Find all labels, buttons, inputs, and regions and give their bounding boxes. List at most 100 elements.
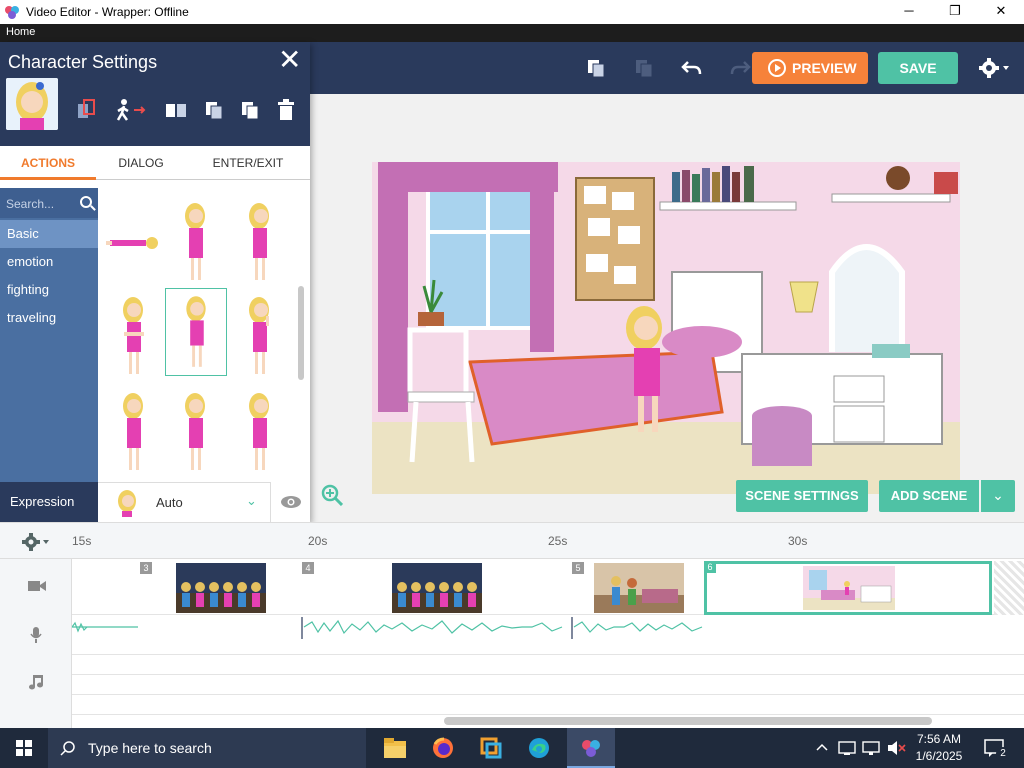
paste-character-icon[interactable]	[238, 98, 262, 122]
expression-select[interactable]: Auto ⌄	[98, 482, 270, 522]
timeline-scrollbar[interactable]	[444, 717, 932, 725]
chevron-down-icon: ⌄	[992, 487, 1004, 503]
eye-icon	[281, 496, 301, 508]
category-fighting[interactable]: fighting	[0, 276, 98, 304]
add-scene-dropdown-button[interactable]: ⌄	[981, 480, 1015, 512]
flip-icon[interactable]	[164, 98, 188, 122]
selected-scene-6[interactable]: 6	[704, 561, 992, 615]
tick-label: 25s	[548, 534, 568, 548]
app-logo-icon	[5, 6, 19, 19]
microphone-icon	[30, 627, 42, 643]
swap-character-icon[interactable]	[74, 98, 98, 122]
character-settings-panel: Character Settings ✕ ACTIONS DIALOG ENTE…	[0, 42, 310, 522]
tab-dialog[interactable]: DIALOG	[96, 146, 186, 180]
add-scene-button[interactable]: ADD SCENE	[879, 480, 979, 512]
character-avatar-image	[6, 78, 58, 130]
preview-button[interactable]: PREVIEW	[752, 52, 868, 84]
tick-label: 15s	[72, 534, 92, 548]
tab-actions[interactable]: ACTIONS	[0, 146, 96, 180]
scene-5-thumbnail[interactable]	[594, 563, 684, 613]
close-window-button[interactable]: ✕	[978, 0, 1024, 24]
close-panel-button[interactable]: ✕	[278, 46, 301, 74]
expression-label: Expression	[0, 482, 98, 522]
windows-start-icon[interactable]	[16, 740, 32, 756]
scene-number: 5	[572, 562, 584, 574]
voice-waveform[interactable]	[72, 617, 712, 641]
preview-expression-button[interactable]	[270, 482, 310, 522]
action-search-input[interactable]: Search...	[0, 188, 98, 218]
redo-icon[interactable]	[728, 56, 752, 80]
tick-label: 20s	[308, 534, 328, 548]
timeline-settings-icon[interactable]	[22, 533, 52, 551]
category-basic[interactable]: Basic	[0, 220, 98, 248]
expression-value: Auto	[156, 495, 183, 510]
taskbar-search-input[interactable]: Type here to search	[48, 728, 366, 768]
clock-date[interactable]: 1/6/2025	[912, 749, 966, 763]
scene-settings-button[interactable]: SCENE SETTINGS	[736, 480, 868, 512]
taskbar-wrapper-app[interactable]	[567, 728, 615, 768]
copy-icon[interactable]	[584, 56, 608, 80]
window-title: Video Editor - Wrapper: Offline	[26, 5, 189, 19]
edge-browser-icon[interactable]	[528, 737, 550, 759]
category-emotion[interactable]: emotion	[0, 248, 98, 276]
pose-stand-side-thumbnail[interactable]	[228, 198, 290, 286]
expression-bar: Expression Auto ⌄	[0, 482, 310, 522]
search-icon	[60, 741, 75, 756]
wrapper-app-icon	[582, 740, 600, 757]
pose-arms-crossed-thumbnail[interactable]	[102, 292, 164, 380]
music-note-icon	[29, 675, 43, 690]
zoom-in-icon[interactable]	[321, 484, 343, 506]
video-camera-icon	[28, 581, 46, 591]
scene-number: 4	[302, 562, 314, 574]
scene-canvas[interactable]	[372, 162, 960, 494]
pose-phone-thumbnail[interactable]	[228, 292, 290, 380]
menu-bar: Home	[0, 24, 1024, 42]
display-icon[interactable]	[862, 740, 880, 756]
search-icon	[80, 196, 92, 208]
character-avatar[interactable]	[6, 78, 58, 130]
play-icon	[768, 59, 786, 77]
minimize-button[interactable]: ─	[886, 0, 932, 24]
taskbar-search-placeholder: Type here to search	[88, 740, 212, 756]
paste-icon[interactable]	[632, 56, 656, 80]
file-explorer-icon[interactable]	[384, 738, 406, 758]
scene-3-thumbnail[interactable]	[176, 563, 266, 613]
scene-number: 6	[704, 561, 716, 573]
volume-muted-icon[interactable]	[886, 740, 906, 756]
save-button[interactable]: SAVE	[878, 52, 958, 84]
pose-grid	[98, 188, 310, 482]
next-scene-placeholder[interactable]	[994, 561, 1024, 615]
network-icon[interactable]	[838, 740, 856, 756]
pose-point-thumbnail[interactable]	[228, 388, 290, 476]
panel-tabs: ACTIONS DIALOG ENTER/EXIT	[0, 146, 310, 180]
tab-enter-exit[interactable]: ENTER/EXIT	[186, 146, 310, 180]
timeline-ruler[interactable]: 15s 20s 25s 30s	[0, 523, 1024, 559]
category-traveling[interactable]: traveling	[0, 304, 98, 332]
pose-lying-thumbnail[interactable]	[102, 198, 164, 286]
scene-6-thumbnail	[803, 566, 895, 610]
action-categories: Search... Basic emotion fighting traveli…	[0, 188, 98, 482]
maximize-button[interactable]: ❐	[932, 0, 978, 24]
pose-talk-thumbnail[interactable]	[102, 388, 164, 476]
pose-grid-scrollbar[interactable]	[298, 286, 304, 380]
clock-time[interactable]: 7:56 AM	[916, 732, 962, 746]
preview-label: PREVIEW	[792, 60, 857, 76]
settings-gear-icon[interactable]	[978, 56, 1012, 80]
copy-character-icon[interactable]	[202, 98, 226, 122]
walk-motion-icon[interactable]	[114, 98, 152, 122]
music-track-2	[72, 675, 1024, 695]
window-titlebar: Video Editor - Wrapper: Offline ─ ❐ ✕	[0, 0, 1024, 24]
pose-wave-thumbnail[interactable]	[164, 388, 226, 476]
menu-home[interactable]: Home	[6, 26, 35, 38]
music-track-1	[72, 655, 1024, 675]
chevron-up-icon[interactable]	[816, 742, 828, 752]
app-window-icon[interactable]	[480, 737, 502, 759]
notification-count-badge: 2	[996, 747, 1010, 761]
scene-4-thumbnail[interactable]	[392, 563, 482, 613]
undo-icon[interactable]	[680, 56, 704, 80]
pose-sit-thumbnail-selected[interactable]	[165, 288, 227, 376]
firefox-icon[interactable]	[432, 737, 454, 759]
trash-icon[interactable]	[274, 98, 298, 122]
windows-taskbar: Type here to search 7:56 AM 1/6/2025 2	[0, 728, 1024, 768]
pose-stand-thumbnail[interactable]	[164, 198, 226, 286]
